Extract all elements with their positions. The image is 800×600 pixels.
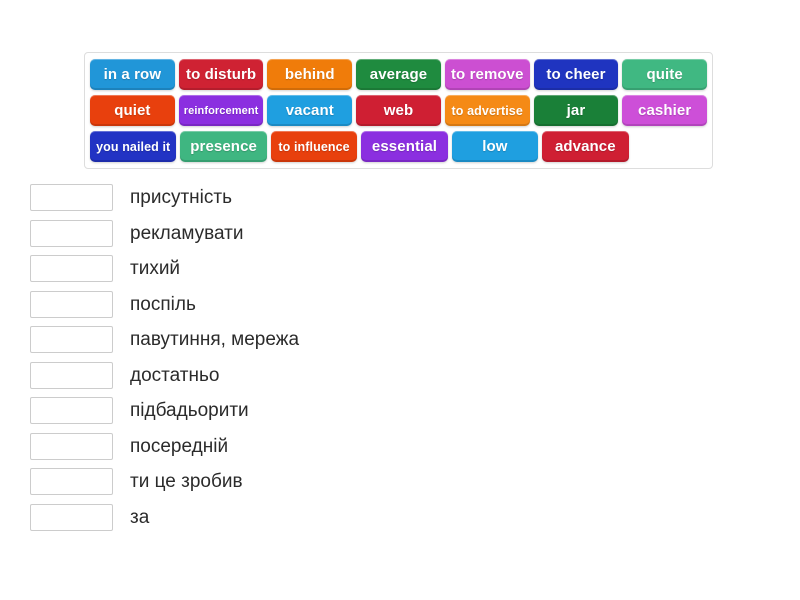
answer-prompt-label: підбадьорити (130, 400, 249, 422)
match-up-activity: in a row to disturb behind average to remove… (0, 0, 800, 600)
word-tile[interactable]: to influence (270, 131, 358, 162)
answer-row: тихий (30, 251, 390, 287)
answer-prompt-label: присутність (130, 187, 232, 209)
answer-drop-box[interactable] (30, 290, 113, 318)
answer-row: підбадьорити (30, 393, 390, 429)
word-bank-empty-slot (633, 131, 707, 162)
answer-drop-box[interactable] (30, 219, 113, 247)
answer-prompt-label: за (130, 506, 150, 528)
word-tile[interactable]: you nailed it (90, 131, 177, 162)
answer-prompt-label: павутиння, мережа (130, 329, 300, 351)
word-tile[interactable]: quite (622, 59, 708, 90)
answer-drop-box[interactable] (30, 255, 113, 283)
word-tile[interactable]: to remove (444, 59, 530, 90)
answer-row: достатньо (30, 358, 390, 394)
answer-drop-box[interactable] (30, 468, 113, 496)
word-bank-row: in a row to disturb behind average to remove… (90, 59, 708, 90)
answer-prompt-label: ти це зробив (130, 471, 243, 493)
answer-row: присутність (30, 180, 390, 216)
word-tile[interactable]: quiet (90, 95, 175, 126)
answer-prompt-label: рекламувати (130, 222, 244, 244)
word-tile[interactable]: low (451, 131, 539, 162)
word-bank: in a row to disturb behind average to remove… (84, 52, 713, 169)
answer-row: павутиння, мережа (30, 322, 390, 358)
answer-row: рекламувати (30, 216, 390, 252)
answer-drop-box[interactable] (30, 397, 113, 425)
word-tile[interactable]: essential (361, 131, 448, 162)
word-tile[interactable]: advance (542, 131, 629, 162)
word-bank-row: you nailed it presence to influence essenti… (90, 131, 707, 162)
word-bank-row: quiet reinforcement vacant web to advertise j… (90, 95, 708, 126)
answer-column-left: присутність рекламувати тихий поспіль павути… (0, 180, 390, 535)
answer-row: ти це зробив (30, 464, 390, 500)
answer-prompt-label: тихий (130, 258, 181, 280)
answer-drop-box[interactable] (30, 503, 113, 531)
answer-drop-box[interactable] (30, 361, 113, 389)
answer-grid: присутність рекламувати тихий поспіль павути… (0, 180, 800, 535)
word-tile[interactable]: web (356, 95, 441, 126)
word-tile[interactable]: average (356, 59, 441, 90)
word-tile[interactable]: presence (180, 131, 267, 162)
word-tile[interactable]: behind (267, 59, 353, 90)
word-tile[interactable]: cashier (622, 95, 708, 126)
word-tile[interactable]: vacant (267, 95, 353, 126)
word-tile[interactable]: reinforcement (178, 95, 264, 126)
word-tile[interactable]: jar (533, 95, 619, 126)
answer-prompt-label: посередній (130, 435, 229, 457)
answer-row: за (30, 500, 390, 536)
answer-drop-box[interactable] (30, 326, 113, 354)
word-tile[interactable]: to disturb (178, 59, 264, 90)
answer-prompt-label: достатньо (130, 364, 220, 386)
answer-row: посередній (30, 429, 390, 465)
answer-drop-box[interactable] (30, 432, 113, 460)
answer-row: поспіль (30, 287, 390, 323)
answer-prompt-label: поспіль (130, 293, 196, 315)
answer-drop-box[interactable] (30, 184, 113, 212)
word-tile[interactable]: in a row (90, 59, 175, 90)
word-tile[interactable]: to cheer (533, 59, 619, 90)
answer-column-right: банкатурбувативажливийвидалитивпливатипі… (390, 180, 800, 535)
word-tile[interactable]: to advertise (444, 95, 530, 126)
